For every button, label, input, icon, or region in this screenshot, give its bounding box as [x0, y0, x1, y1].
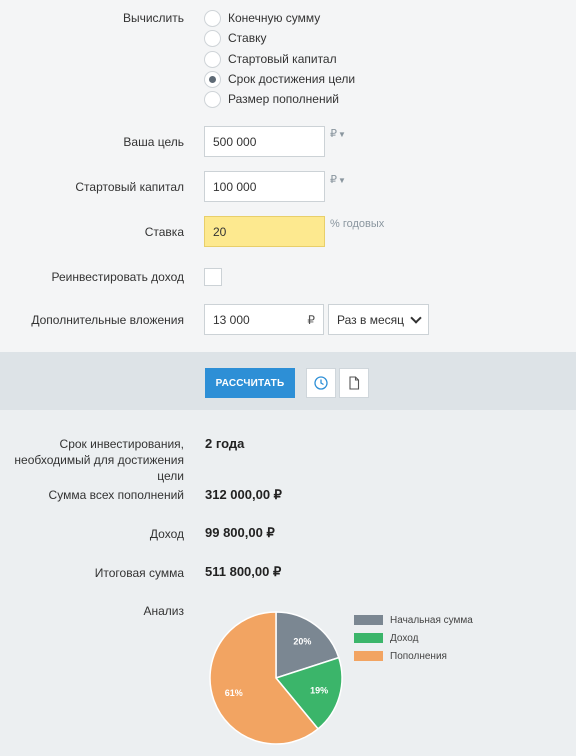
- goal-input-value: 500 000: [213, 134, 257, 149]
- legend-label: Доход: [390, 632, 419, 644]
- legend-item: Начальная сумма: [354, 614, 473, 626]
- start-currency-dropdown[interactable]: ₽▼: [330, 173, 346, 186]
- radio-option-final-sum[interactable]: Конечную сумму: [204, 8, 320, 28]
- pie-slice-label-2: 61%: [225, 688, 243, 698]
- clock-icon: [314, 376, 328, 390]
- document-button[interactable]: [339, 368, 369, 398]
- legend-item: Доход: [354, 632, 418, 644]
- rate-label: Ставка: [144, 225, 184, 239]
- reinvest-label: Реинвестировать доход: [51, 270, 185, 284]
- goal-label: Ваша цель: [123, 135, 184, 149]
- document-icon: [349, 376, 360, 390]
- extra-deposits-label: Дополнительные вложения: [31, 313, 184, 327]
- total-label: Итоговая сумма: [94, 566, 184, 580]
- start-capital-input[interactable]: 100 000: [204, 171, 325, 202]
- term-value: 2 года: [205, 436, 245, 451]
- deposits-value: 312 000,00 ₽: [205, 487, 282, 502]
- history-button[interactable]: [306, 368, 336, 398]
- legend-swatch: [354, 615, 383, 625]
- legend-swatch: [354, 633, 383, 643]
- pie-slice-label-1: 19%: [310, 686, 328, 696]
- analysis-label: Анализ: [143, 604, 184, 618]
- radio-option-goal-term[interactable]: Срок достижения цели: [204, 69, 355, 89]
- radio-button[interactable]: [204, 90, 221, 108]
- start-capital-value: 100 000: [213, 179, 257, 194]
- legend-label: Пополнения: [390, 650, 447, 662]
- currency-symbol: ₽: [330, 174, 337, 186]
- radio-option-deposit-size[interactable]: Размер пополнений: [204, 89, 339, 109]
- analysis-pie-chart: 20% 19% 61%: [209, 611, 343, 745]
- rate-unit: % годовых: [330, 218, 385, 230]
- radio-option-start-capital[interactable]: Стартовый капитал: [204, 49, 337, 69]
- total-value: 511 800,00 ₽: [205, 564, 282, 579]
- calculate-label: Вычислить: [122, 11, 184, 25]
- rate-input[interactable]: 20: [204, 216, 325, 247]
- income-label: Доход: [149, 527, 184, 541]
- radio-button[interactable]: [204, 9, 221, 27]
- reinvest-checkbox[interactable]: [204, 268, 222, 286]
- radio-label: Размер пополнений: [228, 92, 339, 106]
- radio-button[interactable]: [204, 50, 221, 68]
- goal-input[interactable]: 500 000: [204, 126, 325, 157]
- caret-down-icon: ▼: [338, 176, 346, 185]
- deposits-label: Сумма всех пополнений: [48, 488, 184, 502]
- caret-down-icon: ▼: [338, 130, 346, 139]
- extra-deposits-input[interactable]: 13 000 ₽: [204, 304, 324, 335]
- income-value: 99 800,00 ₽: [205, 525, 275, 540]
- term-label-line1: Срок инвестирования,: [59, 437, 184, 451]
- start-capital-label: Стартовый капитал: [75, 180, 184, 194]
- radio-label: Срок достижения цели: [228, 72, 356, 86]
- legend-label: Начальная сумма: [390, 614, 473, 626]
- calculate-button[interactable]: РАССЧИТАТЬ: [205, 368, 295, 398]
- legend-item: Пополнения: [354, 650, 447, 662]
- radio-button-selected[interactable]: [204, 70, 221, 88]
- goal-currency-dropdown[interactable]: ₽▼: [330, 127, 346, 140]
- radio-label: Стартовый капитал: [228, 52, 337, 66]
- radio-button[interactable]: [204, 29, 221, 47]
- currency-symbol: ₽: [330, 128, 337, 140]
- pie-slice-label-0: 20%: [293, 637, 311, 647]
- frequency-select[interactable]: Раз в месяц: [328, 304, 429, 335]
- currency-symbol: ₽: [307, 312, 315, 327]
- term-label-line2: необходимый для достижения цели: [14, 453, 184, 483]
- legend-swatch: [354, 651, 383, 661]
- chevron-down-icon: [410, 311, 422, 324]
- rate-value: 20: [213, 224, 227, 239]
- extra-deposits-value: 13 000: [213, 312, 250, 327]
- frequency-value: Раз в месяц: [337, 312, 404, 327]
- radio-label: Конечную сумму: [228, 11, 321, 25]
- radio-label: Ставку: [228, 31, 267, 45]
- radio-option-rate[interactable]: Ставку: [204, 28, 266, 48]
- term-label: Срок инвестирования, необходимый для дос…: [0, 436, 184, 484]
